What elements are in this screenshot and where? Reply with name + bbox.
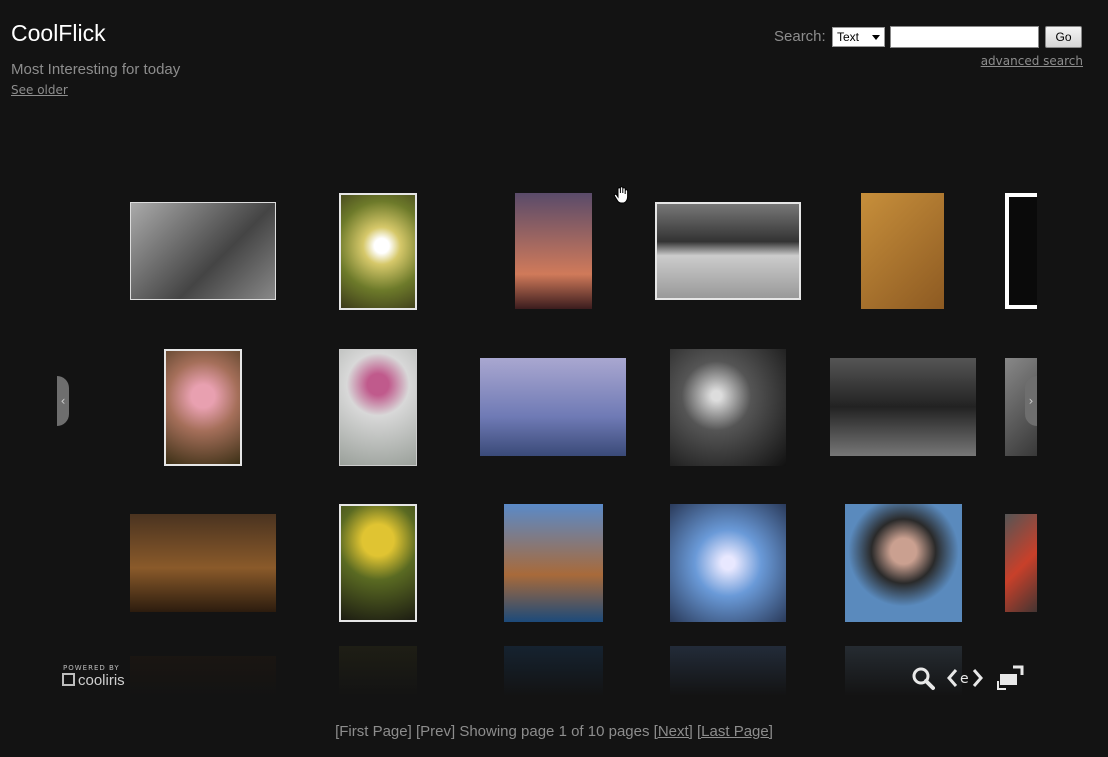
advanced-search-link[interactable]: advanced search	[981, 54, 1083, 68]
photo-reflection	[670, 646, 786, 695]
photo-reflection	[504, 646, 603, 695]
photo-rose-wall[interactable]	[339, 349, 417, 466]
photo-chain-bokeh[interactable]	[670, 349, 786, 466]
photo-reflection	[845, 646, 962, 695]
svg-text:e: e	[960, 671, 969, 687]
hand-cursor-icon	[613, 186, 629, 204]
scroll-left-button[interactable]: ‹	[57, 376, 69, 426]
photo-lavender-field[interactable]	[480, 358, 626, 456]
photo-blossom[interactable]	[670, 504, 786, 622]
search-label: Search:	[774, 28, 826, 45]
photo-grill-bw[interactable]	[830, 358, 976, 456]
search-type-select[interactable]: Text	[832, 27, 885, 47]
search-icon[interactable]	[911, 665, 935, 691]
photo-daisy[interactable]	[339, 193, 417, 310]
photo-partial-dark[interactable]	[1005, 193, 1037, 309]
first-page-link[interactable]: [First Page]	[335, 723, 412, 740]
prev-link[interactable]: [Prev]	[416, 723, 455, 740]
fullscreen-icon[interactable]	[996, 665, 1024, 691]
photo-desert-wall[interactable]	[861, 193, 944, 309]
photo-children-bw[interactable]	[130, 202, 276, 300]
cooliris-logo[interactable]: cooliris	[62, 672, 125, 689]
photo-partial-red[interactable]	[1005, 514, 1037, 612]
dropdown-arrow-icon	[872, 35, 880, 40]
cooliris-icon	[62, 673, 75, 686]
photo-pink-flowers[interactable]	[164, 349, 242, 466]
app-title: CoolFlick	[11, 20, 106, 46]
photo-mosque[interactable]	[504, 504, 603, 622]
photo-wall[interactable]	[60, 180, 1037, 695]
embed-icon[interactable]: e	[947, 665, 983, 691]
photo-merry-christmas[interactable]	[130, 514, 276, 612]
next-link[interactable]: [Next]	[654, 723, 693, 740]
photo-yellow-flower[interactable]	[339, 504, 417, 622]
search-input[interactable]	[890, 26, 1039, 48]
photo-girl-fence[interactable]	[515, 193, 592, 309]
page-subtitle: Most Interesting for today	[11, 61, 181, 78]
see-older-link[interactable]: See older	[11, 83, 68, 97]
photo-pier-bw[interactable]	[655, 202, 801, 300]
photo-reflection	[130, 656, 276, 695]
search-type-value: Text	[837, 30, 860, 44]
cooliris-name: cooliris	[78, 672, 125, 689]
last-page-link[interactable]: [Last Page]	[697, 723, 773, 740]
powered-by-label: POWERED BY	[63, 664, 120, 672]
pagination: [First Page] [Prev] Showing page 1 of 10…	[0, 723, 1108, 740]
page-status: Showing page 1 of 10 pages	[459, 723, 650, 740]
go-button[interactable]: Go	[1045, 26, 1082, 48]
photo-smiling-woman[interactable]	[845, 504, 962, 622]
scroll-right-button[interactable]: ›	[1025, 376, 1037, 426]
photo-reflection	[339, 646, 417, 695]
